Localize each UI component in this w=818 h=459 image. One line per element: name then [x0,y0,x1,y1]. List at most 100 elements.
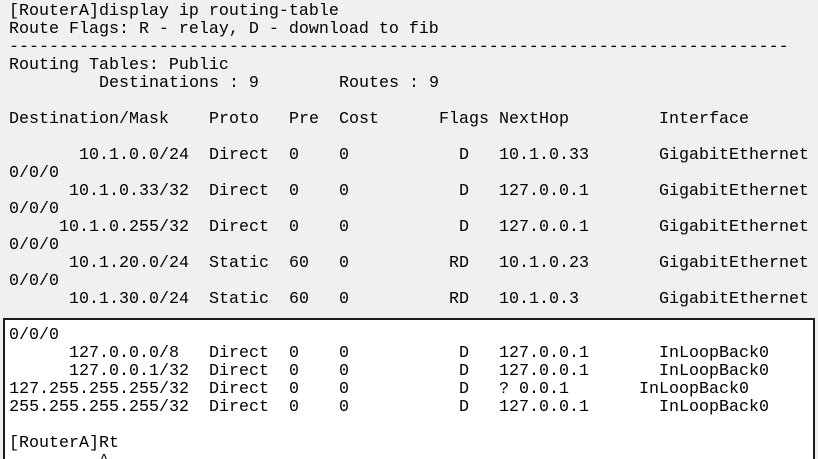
route-destination: 127.0.0.0/8 [69,344,179,363]
route-destination: 10.1.0.33/32 [69,182,189,201]
error-marker-line: ^ [9,453,809,459]
route-interface: InLoopBack0 [659,344,769,363]
route-cost: 0 [339,344,349,363]
route-nexthop: 10.1.0.3 [499,290,579,309]
header-destination-mask: Destination/Mask [9,110,169,129]
command-echo: [RouterA]display ip routing-table [9,2,339,21]
route-cost: 0 [339,380,349,399]
route-proto: Direct [209,146,269,165]
route-cost: 0 [339,182,349,201]
route-nexthop: 127.0.0.1 [499,218,589,237]
routing-tables-title: Routing Tables: Public [9,56,229,75]
header-nexthop: NextHop [499,110,569,129]
interface-wrap-line: 0/0/0 [9,327,809,345]
table-row: 127.0.0.0/8 Direct 0 0 D 127.0.0.1 InLoo… [9,345,809,363]
route-pre: 0 [289,362,299,381]
output-line: [RouterA]display ip routing-table [9,3,809,21]
route-interface: InLoopBack0 [639,380,749,399]
error-marker: ^ [99,453,109,459]
route-pre: 60 [289,290,309,309]
route-flags: D [459,218,469,237]
route-proto: Direct [209,344,269,363]
route-proto: Direct [209,398,269,417]
interface-wrap-line: 0/0/0 [9,201,809,219]
route-pre: 0 [289,218,299,237]
terminal-input-panel[interactable]: 0/0/0 127.0.0.0/8 Direct 0 0 D 127.0.0.1… [3,318,815,459]
route-proto: Direct [209,380,269,399]
route-destination: 10.1.20.0/24 [69,254,189,273]
route-destination: 10.1.0.255/32 [59,218,189,237]
output-line: ----------------------------------------… [9,39,809,57]
terminal-output-panel: [RouterA]display ip routing-table Route … [0,0,818,318]
route-interface: InLoopBack0 [659,398,769,417]
route-interface-continued: 0/0/0 [9,164,59,183]
route-interface-continued: 0/0/0 [9,236,59,255]
route-flags: RD [449,254,469,273]
route-proto: Static [209,254,269,273]
route-pre: 0 [289,344,299,363]
table-row: 10.1.20.0/24 Static 60 0 RD 10.1.0.23 Gi… [9,255,809,273]
table-row: 10.1.0.0/24 Direct 0 0 D 10.1.0.33 Gigab… [9,147,809,165]
route-destination: 255.255.255.255/32 [9,398,189,417]
route-interface: GigabitEthernet [659,146,809,165]
route-pre: 0 [289,182,299,201]
route-nexthop: 127.0.0.1 [499,398,589,417]
route-destination: 127.255.255.255/32 [9,380,189,399]
route-pre: 60 [289,254,309,273]
route-cost: 0 [339,362,349,381]
output-line: Routing Tables: Public [9,57,809,75]
route-pre: 0 [289,398,299,417]
route-flags: D [459,398,469,417]
route-interface: InLoopBack0 [659,362,769,381]
route-flags: D [459,146,469,165]
route-nexthop: 127.0.0.1 [499,182,589,201]
route-proto: Static [209,290,269,309]
route-destination: 10.1.30.0/24 [69,290,189,309]
route-nexthop: 127.0.0.1 [499,344,589,363]
route-nexthop: 127.0.0.1 [499,362,589,381]
route-cost: 0 [339,218,349,237]
terminal-output-lines: [RouterA]display ip routing-table Route … [9,3,809,309]
route-flags: RD [449,290,469,309]
table-header: Destination/Mask Proto Pre Cost Flags Ne… [9,111,809,129]
route-interface: GigabitEthernet [659,290,809,309]
route-interface-continued: 0/0/0 [9,326,59,345]
table-row: 10.1.0.255/32 Direct 0 0 D 127.0.0.1 Gig… [9,219,809,237]
route-interface: GigabitEthernet [659,218,809,237]
route-pre: 0 [289,380,299,399]
route-flags: D [459,380,469,399]
header-proto: Proto [209,110,259,129]
route-nexthop: 10.1.0.33 [499,146,589,165]
route-cost: 0 [339,398,349,417]
route-cost: 0 [339,254,349,273]
table-row: 127.0.0.1/32 Direct 0 0 D 127.0.0.1 InLo… [9,363,809,381]
route-nexthop: ? 0.0.1 [499,380,569,399]
route-proto: Direct [209,362,269,381]
route-nexthop: 10.1.0.23 [499,254,589,273]
destinations-count: Destinations : 9 [99,74,259,93]
route-flags: D [459,182,469,201]
route-interface-continued: 0/0/0 [9,272,59,291]
command-input-line[interactable]: [RouterA]Rt [9,435,809,453]
header-cost: Cost [339,110,379,129]
route-destination: 127.0.0.1/32 [69,362,189,381]
table-row: 255.255.255.255/32 Direct 0 0 D 127.0.0.… [9,399,809,417]
header-pre: Pre [289,110,319,129]
route-flags: D [459,344,469,363]
table-row: 10.1.30.0/24 Static 60 0 RD 10.1.0.3 Gig… [9,291,809,309]
table-row: 127.255.255.255/32 Direct 0 0 D ? 0.0.1 … [9,381,809,399]
route-interface-continued: 0/0/0 [9,200,59,219]
interface-wrap-line: 0/0/0 [9,165,809,183]
table-row: 10.1.0.33/32 Direct 0 0 D 127.0.0.1 Giga… [9,183,809,201]
route-cost: 0 [339,146,349,165]
route-proto: Direct [209,182,269,201]
command-input-text[interactable]: [RouterA]Rt [9,435,119,453]
separator-line: ----------------------------------------… [9,38,789,57]
route-flags-legend: Route Flags: R - relay, D - download to … [9,20,439,39]
summary-line: Destinations : 9 Routes : 9 [9,75,809,93]
interface-wrap-line: 0/0/0 [9,273,809,291]
interface-wrap-line: 0/0/0 [9,237,809,255]
